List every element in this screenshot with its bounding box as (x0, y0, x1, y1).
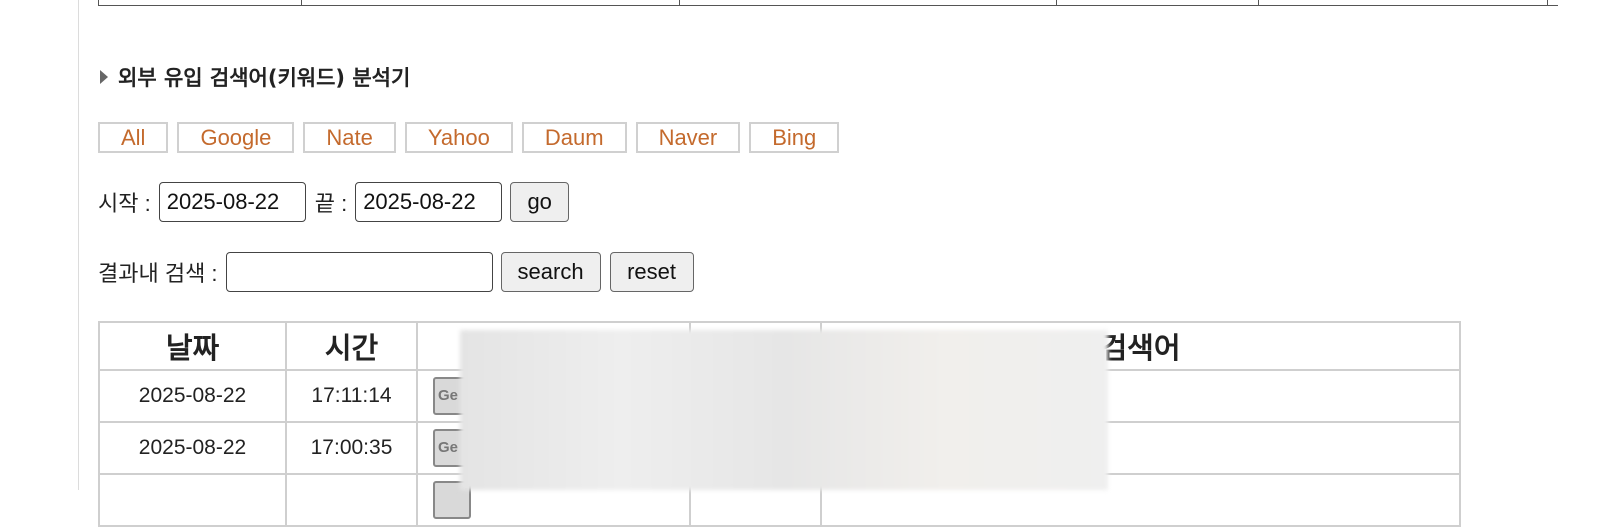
engine-tab-naver[interactable]: Naver (635, 122, 741, 153)
header-time: 시간 (285, 321, 418, 371)
cell-date (98, 473, 287, 527)
reset-button[interactable]: reset (609, 252, 694, 292)
section-title-text: 외부 유입 검색어(키워드) 분석기 (118, 66, 411, 90)
redacted-region (460, 330, 1108, 490)
page-right-margin (1558, 0, 1624, 490)
previous-table-bottom (98, 0, 1624, 6)
engine-tab-nate[interactable]: Nate (303, 122, 396, 153)
search-button[interactable]: search (500, 252, 601, 292)
result-search: 결과내 검색 : search reset (98, 252, 694, 292)
cell-time: 17:11:14 (285, 369, 418, 423)
left-border (78, 0, 79, 490)
start-date-input[interactable] (158, 182, 306, 222)
go-button[interactable]: go (510, 182, 570, 222)
engine-tab-daum[interactable]: Daum (521, 122, 627, 153)
cell-date: 2025-08-22 (98, 421, 287, 475)
engine-tab-bing[interactable]: Bing (749, 122, 840, 153)
header-date: 날짜 (98, 321, 287, 371)
end-date-input[interactable] (355, 182, 503, 222)
section-title: 외부 유입 검색어(키워드) 분석기 (100, 62, 410, 92)
cell-time: 17:00:35 (285, 421, 418, 475)
result-search-label: 결과내 검색 : (98, 261, 218, 286)
cell-date: 2025-08-22 (98, 369, 287, 423)
result-search-input[interactable] (225, 252, 493, 292)
caret-right-icon (100, 70, 108, 84)
engine-tab-yahoo[interactable]: Yahoo (404, 122, 513, 153)
start-date-label: 시작 : (98, 191, 151, 216)
engine-tab-google[interactable]: Google (177, 122, 295, 153)
engine-tab-all[interactable]: All (98, 122, 169, 153)
end-date-label: 끝 : (314, 191, 348, 216)
date-filter: 시작 : 끝 : go (98, 182, 570, 222)
cell-time (285, 473, 418, 527)
search-engine-tabs: All Google Nate Yahoo Daum Naver Bing (98, 122, 840, 153)
